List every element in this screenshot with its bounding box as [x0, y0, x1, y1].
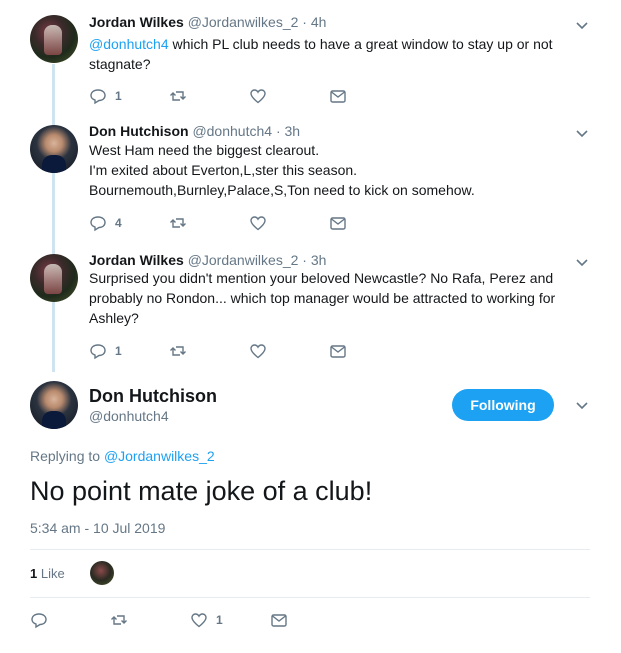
tweet-text: West Ham need the biggest clearout. I'm …: [89, 140, 589, 200]
main-tweet-actions: 1: [30, 610, 310, 630]
divider: [30, 597, 590, 598]
replying-handle-link[interactable]: @Jordanwilkes_2: [104, 448, 215, 464]
avatar[interactable]: [30, 254, 78, 302]
heart-icon: [250, 89, 266, 104]
tweet-header: Jordan Wilkes @Jordanwilkes_2 · 4h: [89, 14, 326, 30]
like-button[interactable]: 1: [190, 610, 223, 630]
thread-tweet-3[interactable]: Jordan Wilkes @Jordanwilkes_2 · 3h Surpr…: [0, 244, 621, 374]
author-name[interactable]: Jordan Wilkes: [89, 252, 184, 268]
thread-tweet-2[interactable]: Don Hutchison @donhutch4 · 3h West Ham n…: [0, 114, 621, 244]
reply-button[interactable]: 1: [89, 341, 122, 361]
main-author-name[interactable]: Don Hutchison: [89, 386, 217, 407]
main-timestamp[interactable]: 5:34 am - 10 Jul 2019: [30, 520, 165, 536]
reply-count: 1: [115, 344, 122, 358]
retweet-icon: [170, 91, 186, 101]
author-name[interactable]: Don Hutchison: [89, 123, 189, 139]
heart-icon: [250, 216, 266, 231]
mail-icon: [330, 217, 346, 230]
like-button[interactable]: [249, 213, 275, 233]
reply-icon: [90, 216, 106, 232]
retweet-button[interactable]: [169, 213, 195, 233]
author-handle[interactable]: @Jordanwilkes_2: [188, 14, 299, 30]
separator: ·: [275, 123, 281, 139]
author-handle[interactable]: @Jordanwilkes_2: [188, 252, 299, 268]
dm-button[interactable]: [329, 341, 347, 361]
avatar[interactable]: [30, 15, 78, 63]
retweet-icon: [111, 615, 127, 625]
reply-icon: [90, 344, 106, 360]
retweet-button[interactable]: [169, 341, 195, 361]
like-button[interactable]: [249, 86, 275, 106]
tweet-time[interactable]: 3h: [285, 123, 301, 139]
following-button[interactable]: Following: [452, 389, 554, 421]
reply-icon: [90, 89, 106, 105]
chevron-down-icon[interactable]: [575, 255, 589, 269]
tweet-text: Surprised you didn't mention your belove…: [89, 270, 556, 326]
reply-count: 1: [115, 89, 122, 103]
mail-icon: [271, 614, 287, 627]
retweet-button[interactable]: [169, 86, 195, 106]
author-handle[interactable]: @donhutch4: [192, 123, 272, 139]
tweet-line: I'm exited about Everton,L,ster this sea…: [89, 162, 358, 178]
thread-tweet-1[interactable]: Jordan Wilkes @Jordanwilkes_2 · 4h @donh…: [0, 0, 621, 114]
separator: ·: [302, 252, 307, 268]
author-name[interactable]: Jordan Wilkes: [89, 14, 184, 30]
replying-to: Replying to @Jordanwilkes_2: [30, 448, 215, 464]
retweet-icon: [170, 346, 186, 356]
tweet-header: Don Hutchison @donhutch4 · 3h: [89, 123, 300, 139]
retweet-button[interactable]: [110, 610, 136, 630]
chevron-down-icon[interactable]: [575, 398, 589, 412]
tweet-actions: 1: [89, 86, 369, 106]
dm-button[interactable]: [270, 610, 288, 630]
likes-summary[interactable]: 1 Like: [30, 566, 65, 581]
reply-button[interactable]: 4: [89, 213, 122, 233]
like-button[interactable]: [249, 341, 275, 361]
tweet-line: Bournemouth,Burnley,Palace,S,Ton need to…: [89, 182, 475, 198]
tweet-line: West Ham need the biggest clearout.: [89, 142, 320, 158]
chevron-down-icon[interactable]: [575, 126, 589, 140]
main-tweet-text: No point mate joke of a club!: [30, 476, 373, 506]
dm-button[interactable]: [329, 213, 347, 233]
tweet-text: @donhutch4 which PL club needs to have a…: [89, 34, 589, 74]
like-count: 1: [216, 613, 223, 627]
divider: [30, 549, 590, 550]
likes-label: Like: [37, 566, 65, 581]
tweet-time[interactable]: 4h: [311, 14, 327, 30]
heart-icon: [191, 613, 207, 628]
avatar[interactable]: [30, 125, 78, 173]
mail-icon: [330, 345, 346, 358]
mail-icon: [330, 90, 346, 103]
liker-avatar[interactable]: [90, 561, 114, 585]
retweet-icon: [170, 218, 186, 228]
separator: ·: [302, 14, 307, 30]
mention-link[interactable]: @donhutch4: [89, 36, 169, 52]
reply-count: 4: [115, 216, 122, 230]
tweet-header: Jordan Wilkes @Jordanwilkes_2 · 3h: [89, 252, 326, 268]
tweet-time[interactable]: 3h: [311, 252, 327, 268]
main-avatar[interactable]: [30, 381, 78, 429]
main-author-handle[interactable]: @donhutch4: [89, 408, 169, 424]
reply-button[interactable]: 1: [89, 86, 122, 106]
reply-icon: [31, 613, 47, 629]
heart-icon: [250, 344, 266, 359]
dm-button[interactable]: [329, 86, 347, 106]
replying-prefix: Replying to: [30, 448, 104, 464]
chevron-down-icon[interactable]: [575, 18, 589, 32]
reply-button[interactable]: [30, 610, 56, 630]
tweet-actions: 1: [89, 341, 369, 361]
tweet-actions: 4: [89, 213, 369, 233]
